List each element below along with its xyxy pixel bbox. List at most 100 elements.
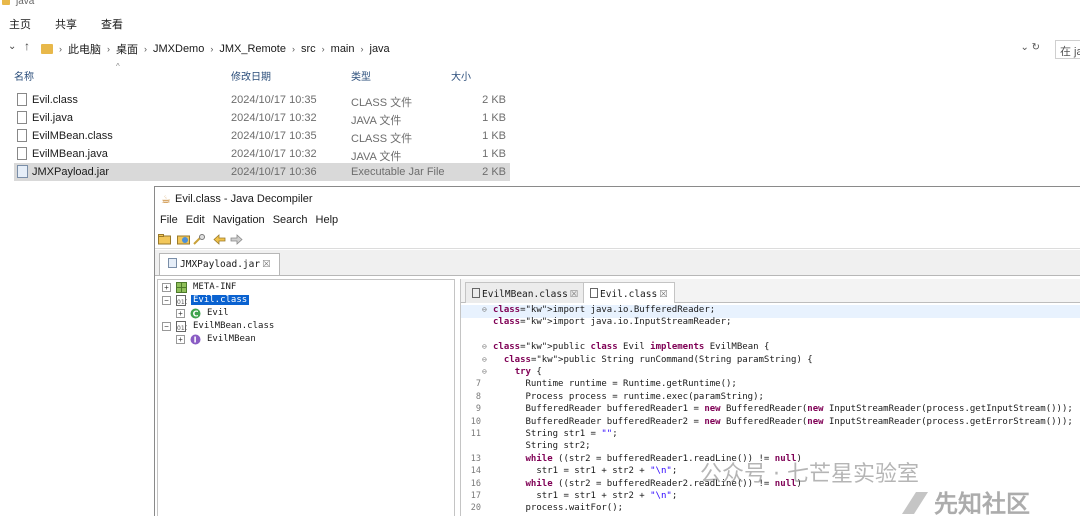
watermark-text: 公众号 · 七芒星实验室 (700, 462, 919, 487)
class-file-icon: 010 (176, 321, 187, 332)
expand-icon[interactable]: + (162, 283, 171, 292)
code-text: class="kw">public class Evil implements … (493, 342, 770, 353)
search-icon[interactable] (193, 234, 206, 245)
fold-toggle-icon[interactable]: ⊖ (482, 355, 487, 364)
close-icon[interactable]: ☒ (262, 259, 271, 270)
close-icon[interactable]: ☒ (570, 289, 579, 300)
expand-icon[interactable]: + (176, 335, 185, 344)
chevron-down-icon[interactable]: ⌄ (8, 41, 16, 52)
fold-toggle-icon[interactable]: ⊖ (482, 305, 487, 314)
line-number: 14 (470, 466, 481, 477)
breadcrumb-item[interactable]: JMXDemo (153, 43, 204, 55)
decompiler-titlebar: ☕ Evil.class - Java Decompiler (155, 187, 1080, 211)
breadcrumb-item[interactable]: 此电脑 (68, 41, 101, 57)
column-header-date[interactable]: 修改日期 (231, 68, 271, 83)
svg-text:010: 010 (177, 299, 187, 306)
expand-icon[interactable]: + (176, 309, 185, 318)
menu-edit[interactable]: Edit (182, 212, 209, 230)
file-row[interactable]: Evil.class 2024/10/17 10:35 CLASS 文件 2 K… (14, 91, 510, 109)
code-text: String str2; (493, 441, 591, 452)
close-icon[interactable]: ☒ (659, 289, 668, 300)
menu-search[interactable]: Search (269, 212, 312, 230)
search-input[interactable]: 在 ja (1055, 40, 1080, 59)
open-folder-icon[interactable] (158, 234, 171, 245)
decompiler-title: Evil.class - Java Decompiler (175, 193, 313, 205)
ribbon-tab-view[interactable]: 查看 (87, 14, 133, 34)
code-line: ⊖ class="kw">public String runCommand(St… (461, 355, 1080, 368)
open-type-icon[interactable] (177, 234, 190, 245)
menu-file[interactable]: File (155, 212, 182, 230)
svg-text:C: C (193, 310, 199, 319)
back-arrow-icon[interactable] (213, 234, 226, 245)
line-number: 16 (470, 478, 481, 489)
folder-icon (2, 0, 10, 5)
code-text: class="kw">import java.io.BufferedReader… (493, 305, 716, 315)
code-line: 9 BufferedReader bufferedReader1 = new B… (461, 404, 1080, 417)
file-icon (17, 93, 27, 106)
code-line: ⊖ class="kw">import java.io.BufferedReade… (461, 305, 1080, 318)
code-text: try { (514, 367, 542, 377)
code-line: class="kw">import java.io.InputStreamRea… (461, 317, 1080, 330)
code-text: class="kw">import java.io.InputStreamRea… (493, 317, 732, 328)
ribbon-tab-home[interactable]: 主页 (0, 14, 41, 34)
code-tab-strip: EvilMBean.class ☒ Evil.class ☒ (461, 279, 1080, 303)
code-line: ⊖ class="kw">public class Evil implements… (461, 342, 1080, 355)
class-file-icon: 010 (176, 295, 187, 306)
file-row[interactable]: Evil.java 2024/10/17 10:32 JAVA 文件 1 KB (14, 109, 510, 127)
fold-toggle-icon[interactable]: ⊖ (482, 342, 487, 351)
up-arrow-icon[interactable]: ↑ (24, 39, 30, 53)
file-row[interactable]: EvilMBean.java 2024/10/17 10:32 JAVA 文件 … (14, 145, 510, 163)
breadcrumb-item[interactable]: 桌面 (116, 41, 138, 57)
watermark-logo-icon (902, 492, 928, 514)
code-line: String str2; (461, 441, 1080, 454)
line-number: 9 (475, 404, 481, 415)
line-number: 10 (470, 416, 481, 427)
tab-jmxpayload-jar[interactable]: JMXPayload.jar ☒ (159, 253, 280, 275)
column-header-type[interactable]: 类型 (351, 68, 371, 83)
fold-toggle-icon[interactable]: ⊖ (482, 367, 487, 376)
file-icon (17, 147, 27, 160)
column-header-name[interactable]: 名称 (14, 68, 34, 83)
code-line: ⊖ try { (461, 367, 1080, 380)
code-text: Process process = runtime.exec(paramStri… (493, 391, 764, 402)
collapse-icon[interactable]: − (162, 322, 171, 331)
tab-evil-class[interactable]: Evil.class ☒ (583, 282, 675, 303)
file-row[interactable]: JMXPayload.jar 2024/10/17 10:36 Executab… (14, 163, 510, 181)
code-line: 10 BufferedReader bufferedReader2 = new … (461, 417, 1080, 430)
ribbon-tabs: 主页 共享 查看 (0, 14, 133, 34)
code-text: Runtime runtime = Runtime.getRuntime(); (493, 379, 737, 390)
class-file-icon (590, 288, 598, 298)
address-row: ⌄ ↑ › 此电脑 › 桌面 › JMXDemo › JMX_Remote › … (0, 39, 1080, 60)
code-line: 8 Process process = runtime.exec(paramSt… (461, 392, 1080, 405)
class-file-icon (472, 288, 480, 298)
code-text: BufferedReader bufferedReader2 = new Buf… (493, 416, 1073, 427)
menu-help[interactable]: Help (312, 212, 343, 230)
breadcrumb[interactable]: › 此电脑 › 桌面 › JMXDemo › JMX_Remote › src … (41, 40, 390, 58)
jar-file-icon (168, 258, 177, 268)
breadcrumb-item[interactable]: JMX_Remote (219, 43, 286, 55)
file-row[interactable]: EvilMBean.class 2024/10/17 10:35 CLASS 文… (14, 127, 510, 145)
code-text: process.waitFor(); (493, 503, 624, 514)
line-number: 17 (470, 491, 481, 501)
forward-arrow-icon[interactable] (230, 234, 243, 245)
breadcrumb-item[interactable]: java (370, 43, 390, 55)
collapse-icon[interactable]: − (162, 296, 171, 305)
menu-navigation[interactable]: Navigation (209, 212, 269, 230)
code-line: 11 String str1 = ""; (461, 429, 1080, 442)
breadcrumb-item[interactable]: main (331, 43, 355, 55)
code-text: BufferedReader bufferedReader1 = new Buf… (493, 404, 1073, 415)
column-header-size[interactable]: 大小 (451, 68, 471, 83)
line-number: 13 (470, 453, 481, 464)
tab-evilmbean-class[interactable]: EvilMBean.class ☒ (465, 282, 586, 303)
ribbon-tab-share[interactable]: 共享 (41, 14, 87, 34)
tree-pane: + META-INF − 010 Evil.class + C Evil − 0… (157, 279, 455, 516)
folder-icon (41, 44, 53, 54)
refresh-icon[interactable]: ⌄ ↻ (1020, 42, 1040, 53)
toolbar (155, 231, 1080, 249)
breadcrumb-item[interactable]: src (301, 43, 316, 55)
code-text: String str1 = ""; (493, 429, 618, 439)
jar-file-icon (17, 165, 28, 178)
menu-bar: File Edit Navigation Search Help (155, 212, 1080, 230)
code-text: str1 = str1 + str2 + "\n"; (493, 466, 678, 477)
